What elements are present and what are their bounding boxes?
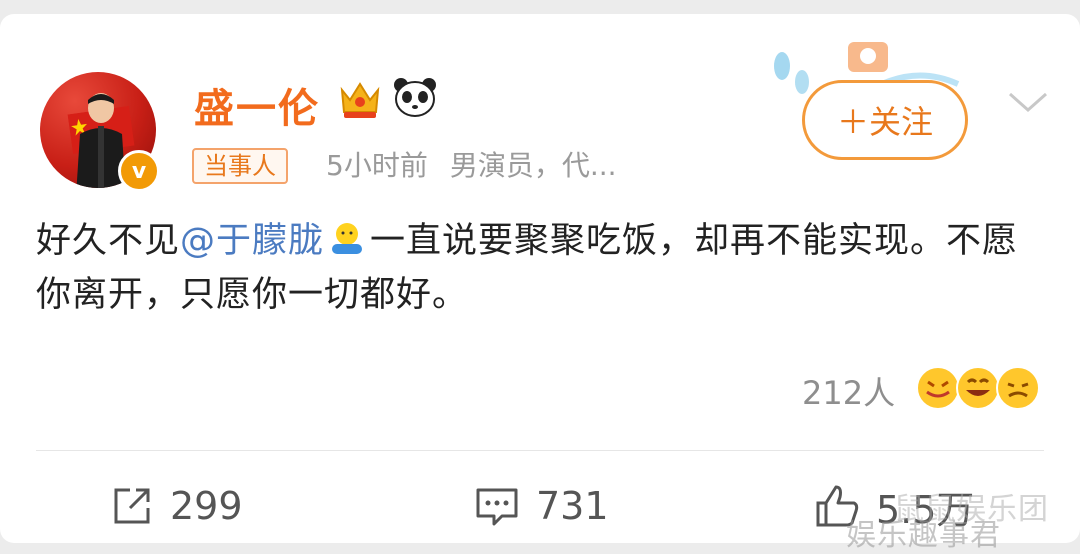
post-card: v 盛一伦 当事人 5小时前 男演员，代... ＋关注 好久不见@于朦胧 一直说要聚…	[0, 14, 1080, 553]
watermark-2: 娱乐趣事君	[846, 518, 1001, 553]
chevron-down-icon[interactable]	[1006, 88, 1050, 116]
comment-button[interactable]: 731	[474, 480, 609, 532]
repost-icon	[114, 488, 150, 524]
repost-count: 299	[170, 484, 243, 528]
panda-icon	[394, 78, 436, 117]
repost-button[interactable]: 299	[110, 480, 243, 532]
user-description: 男演员，代...	[449, 149, 617, 182]
follow-button[interactable]: ＋关注	[802, 80, 968, 160]
mention-link[interactable]: @于朦胧	[180, 221, 324, 261]
comment-count: 731	[536, 484, 609, 528]
hug-emoji-icon	[332, 223, 363, 254]
comment-icon	[476, 488, 518, 526]
reactions-count[interactable]: 212人	[802, 368, 895, 414]
username[interactable]: 盛一伦	[194, 76, 320, 134]
reaction-emoji-icons[interactable]	[914, 364, 1042, 412]
verified-badge: v	[118, 150, 160, 192]
post-content: 好久不见@于朦胧 一直说要聚聚吃饭，却再不能实现。不愿你离开，只愿你一切都好。	[36, 214, 1046, 322]
post-time: 5小时前	[326, 149, 428, 182]
divider	[36, 450, 1044, 451]
content-prefix: 好久不见	[36, 221, 181, 261]
crown-icon	[340, 82, 380, 118]
role-tag: 当事人	[192, 148, 288, 184]
post-meta: 5小时前 男演员，代...	[326, 148, 617, 184]
